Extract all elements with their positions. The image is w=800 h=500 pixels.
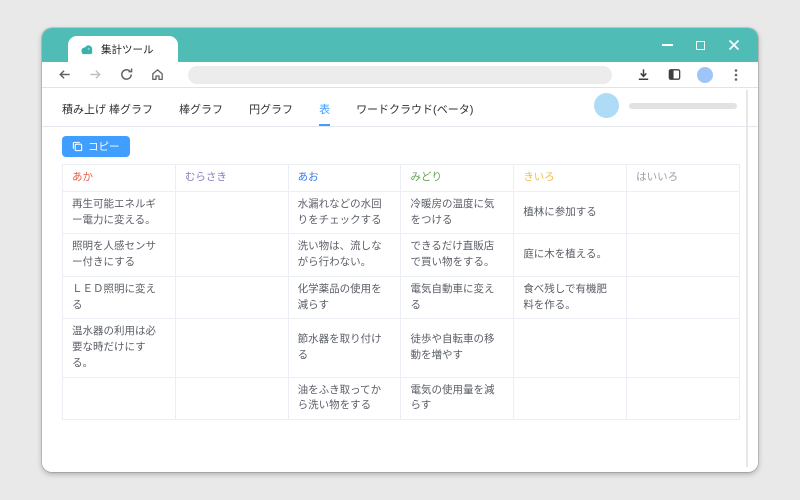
copy-button-label: コピー [88, 139, 120, 154]
table-cell: 徒歩や自転車の移動を増やす [401, 319, 514, 377]
page-tab-2[interactable]: 棒グラフ [179, 101, 223, 126]
table-cell: 温水器の利用は必要な時だけにする。 [63, 319, 176, 377]
table-row: 照明を人感センサー付きにする 洗い物は、流しながら行わない。できるだけ直販店で買い… [63, 234, 740, 277]
page-tab-4[interactable]: 表 [319, 101, 330, 126]
table-cell: 水漏れなどの水回りをチェックする [288, 191, 401, 234]
browser-tab[interactable]: 集計ツール [68, 36, 178, 62]
table-cell: 電気の使用量を減らす [401, 377, 514, 420]
reload-icon[interactable] [118, 67, 134, 83]
side-panel-icon[interactable] [666, 67, 682, 83]
avatar-placeholder [594, 93, 619, 118]
table-row: 油をふき取ってから洗い物をする電気の使用量を減らす [63, 377, 740, 420]
progress-bar [629, 103, 737, 109]
browser-tab-title: 集計ツール [101, 42, 154, 57]
desktop-background: 集計ツール [0, 0, 800, 500]
table-cell: ＬＥＤ照明に変える [63, 276, 176, 319]
copy-icon [72, 141, 83, 152]
table-cell: できるだけ直販店で買い物をする。 [401, 234, 514, 277]
table-cell [514, 319, 627, 377]
table-cell [627, 191, 740, 234]
table-cell [175, 234, 288, 277]
table-cell [175, 191, 288, 234]
table-cell [627, 234, 740, 277]
column-header: はいいろ [627, 165, 740, 192]
column-header: むらさき [175, 165, 288, 192]
table-cell: 油をふき取ってから洗い物をする [288, 377, 401, 420]
column-header: あお [288, 165, 401, 192]
close-icon[interactable] [727, 39, 740, 52]
table-cell [63, 377, 176, 420]
table-row: 温水器の利用は必要な時だけにする。 節水器を取り付ける徒歩や自転車の移動を増やす [63, 319, 740, 377]
download-icon[interactable] [635, 67, 651, 83]
page-tab-5[interactable]: ワードクラウド(ベータ) [356, 101, 473, 126]
table-cell: 節水器を取り付ける [288, 319, 401, 377]
titlebar: 集計ツール [42, 28, 758, 62]
browser-toolbar [42, 62, 758, 88]
table-cell [514, 377, 627, 420]
table-cell [175, 377, 288, 420]
browser-window: 集計ツール [42, 28, 758, 472]
copy-button[interactable]: コピー [62, 136, 130, 157]
table-cell: 電気自動車に変える [401, 276, 514, 319]
tabs-divider [42, 126, 758, 127]
table-cell [175, 276, 288, 319]
table-cell: 再生可能エネルギー電力に変える。 [63, 191, 176, 234]
minimize-icon[interactable] [661, 39, 674, 52]
window-controls [661, 28, 740, 62]
column-header: きいろ [514, 165, 627, 192]
table-cell: 化学薬品の使用を減らす [288, 276, 401, 319]
page-tab-3[interactable]: 円グラフ [249, 101, 293, 126]
page-tab-1[interactable]: 積み上げ 棒グラフ [62, 101, 153, 126]
home-icon[interactable] [149, 67, 165, 83]
menu-dots-icon[interactable] [728, 67, 744, 83]
address-bar[interactable] [188, 66, 612, 84]
cloud-favicon-icon [80, 44, 94, 55]
profile-avatar[interactable] [697, 67, 713, 83]
table-cell: 植林に参加する [514, 191, 627, 234]
table-cell: 洗い物は、流しながら行わない。 [288, 234, 401, 277]
table-cell: 照明を人感センサー付きにする [63, 234, 176, 277]
maximize-icon[interactable] [694, 39, 707, 52]
data-table: あかむらさきあおみどりきいろはいいろ 再生可能エネルギー電力に変える。 水漏れなど… [62, 164, 740, 420]
loading-skeleton [594, 93, 737, 118]
table-cell: 庭に木を植える。 [514, 234, 627, 277]
table-cell [175, 319, 288, 377]
table-body: 再生可能エネルギー電力に変える。 水漏れなどの水回りをチェックする冷暖房の温度に気… [63, 191, 740, 419]
back-icon[interactable] [56, 67, 72, 83]
table-header-row: あかむらさきあおみどりきいろはいいろ [63, 165, 740, 192]
scrollbar-track[interactable] [746, 90, 748, 467]
column-header: あか [63, 165, 176, 192]
column-header: みどり [401, 165, 514, 192]
page-content: 積み上げ 棒グラフ 棒グラフ 円グラフ 表 ワードクラウド(ベータ) コピー あかむらさ… [42, 88, 758, 471]
table-cell [627, 319, 740, 377]
table-row: ＬＥＤ照明に変える 化学薬品の使用を減らす電気自動車に変える食べ残しで有機肥料を作… [63, 276, 740, 319]
forward-icon[interactable] [87, 67, 103, 83]
table-row: 再生可能エネルギー電力に変える。 水漏れなどの水回りをチェックする冷暖房の温度に気… [63, 191, 740, 234]
table-cell: 食べ残しで有機肥料を作る。 [514, 276, 627, 319]
table-cell [627, 276, 740, 319]
table-cell: 冷暖房の温度に気をつける [401, 191, 514, 234]
table-cell [627, 377, 740, 420]
